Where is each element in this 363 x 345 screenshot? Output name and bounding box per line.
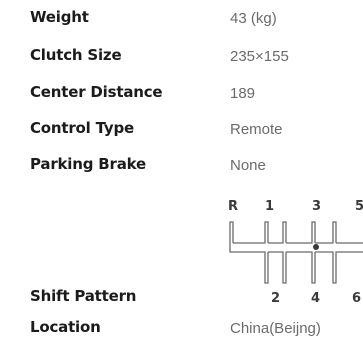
center-distance-label: Center Distance [30, 83, 163, 101]
control-type-label: Control Type [30, 119, 134, 137]
gear-label-5: 5 [355, 199, 363, 214]
shift-pattern-diagram: R 1 3 5 2 4 6 [228, 199, 363, 305]
parking-brake-value: None [230, 157, 266, 174]
location-label: Location [30, 318, 101, 336]
location-value: China(Beijng) [230, 320, 321, 337]
gear-label-6: 6 [352, 291, 361, 305]
parking-brake-label: Parking Brake [30, 155, 146, 173]
gear-label-2: 2 [271, 291, 280, 305]
neutral-dot [313, 244, 319, 250]
clutch-size-label: Clutch Size [30, 46, 122, 64]
gear-label-r: R [228, 199, 238, 214]
shift-pattern-label: Shift Pattern [30, 287, 137, 305]
weight-value: 43 (kg) [230, 10, 277, 27]
gear-label-3: 3 [312, 199, 321, 214]
control-type-value: Remote [230, 121, 283, 138]
gear-label-4: 4 [311, 291, 320, 305]
clutch-size-value: 235×155 [230, 48, 289, 65]
weight-label: Weight [30, 8, 89, 26]
shift-gate-outline [229, 221, 363, 284]
center-distance-value: 189 [230, 85, 256, 102]
gear-label-1: 1 [265, 199, 274, 214]
